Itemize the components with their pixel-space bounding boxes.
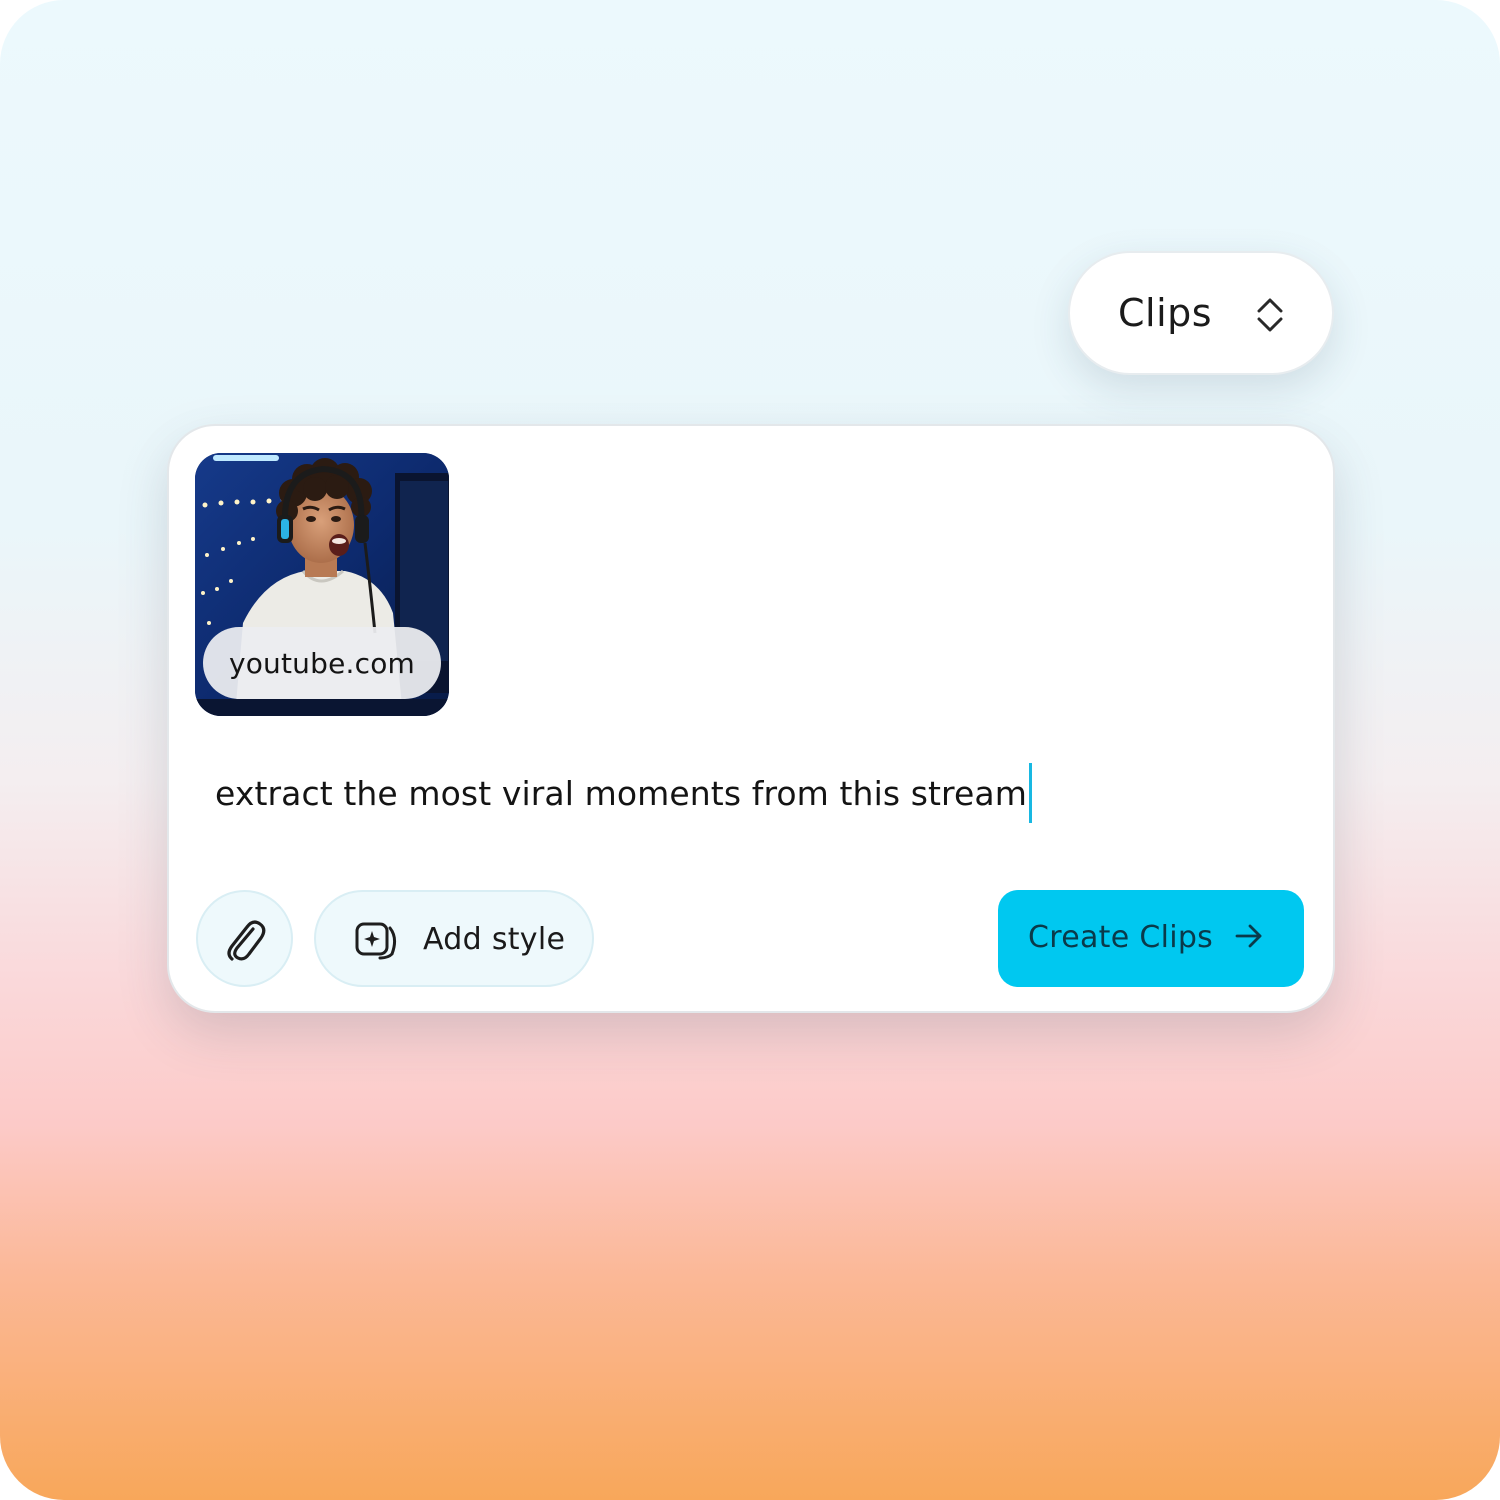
create-clips-label: Create Clips (1028, 920, 1214, 955)
text-caret (1028, 763, 1032, 823)
attachment-thumbnail[interactable]: youtube.com (195, 453, 449, 716)
prompt-card: youtube.com extract the most viral momen… (167, 424, 1335, 1013)
source-chip: youtube.com (203, 627, 441, 699)
attach-button[interactable] (196, 890, 293, 987)
arrow-right-icon (1235, 924, 1262, 948)
mode-selector[interactable]: Clips (1068, 251, 1334, 375)
prompt-text: extract the most viral moments from this… (215, 773, 1027, 813)
background: Clips youtube.com extract the most viral… (0, 0, 1500, 1500)
add-style-button[interactable]: Add style (314, 890, 594, 987)
mode-label: Clips (1118, 291, 1213, 335)
create-clips-button[interactable]: Create Clips (998, 890, 1304, 987)
chevron-up-down-icon (1257, 298, 1283, 332)
prompt-input[interactable]: extract the most viral moments from this… (215, 762, 1032, 824)
paperclip-icon (226, 919, 265, 961)
add-style-label: Add style (423, 922, 566, 957)
style-sparkle-icon (355, 922, 397, 960)
source-label: youtube.com (228, 646, 416, 680)
